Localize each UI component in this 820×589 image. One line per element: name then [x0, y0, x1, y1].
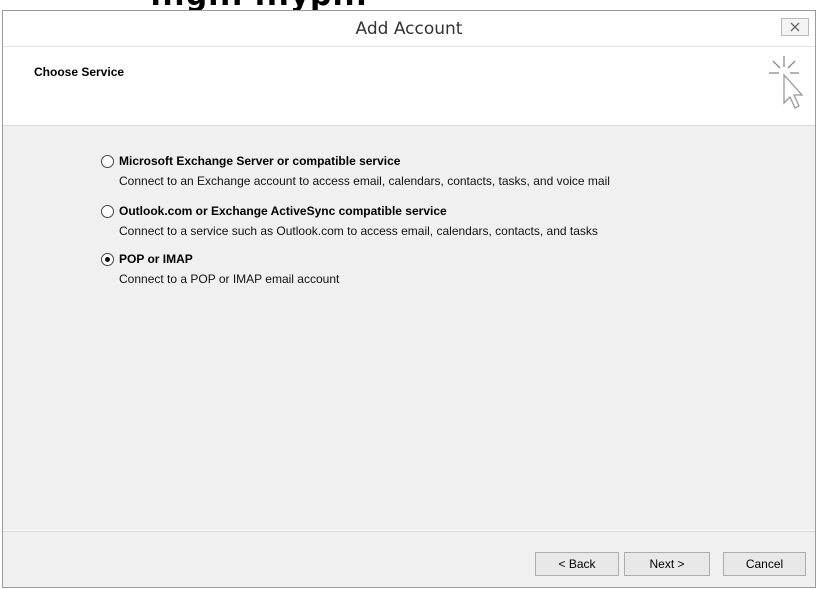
section-title: Choose Service: [34, 65, 125, 79]
title-bar: Add Account: [3, 11, 815, 47]
sparkle-cursor-icon: [769, 56, 804, 109]
radio-pop-imap[interactable]: [101, 253, 114, 266]
option-label: Outlook.com or Exchange ActiveSync compa…: [119, 204, 447, 218]
dialog-footer: < Back Next > Cancel: [3, 531, 815, 587]
option-label: POP or IMAP: [119, 252, 193, 266]
next-button[interactable]: Next >: [624, 552, 710, 576]
option-description: Connect to an Exchange account to access…: [119, 174, 610, 188]
close-button[interactable]: [781, 18, 809, 36]
add-account-dialog: Add Account Choose Service Microsoft Exc…: [2, 10, 816, 588]
option-description: Connect to a POP or IMAP email account: [119, 272, 340, 286]
radio-exchange[interactable]: [101, 155, 114, 168]
close-icon: [790, 22, 800, 32]
dialog-title: Add Account: [355, 19, 463, 39]
back-button[interactable]: < Back: [535, 552, 619, 576]
option-description: Connect to a service such as Outlook.com…: [119, 224, 598, 238]
service-options: Microsoft Exchange Server or compatible …: [3, 126, 815, 530]
wizard-header: Choose Service: [3, 47, 815, 126]
radio-outlook-activesync[interactable]: [101, 205, 114, 218]
cancel-button[interactable]: Cancel: [723, 552, 806, 576]
option-label: Microsoft Exchange Server or compatible …: [119, 154, 401, 168]
